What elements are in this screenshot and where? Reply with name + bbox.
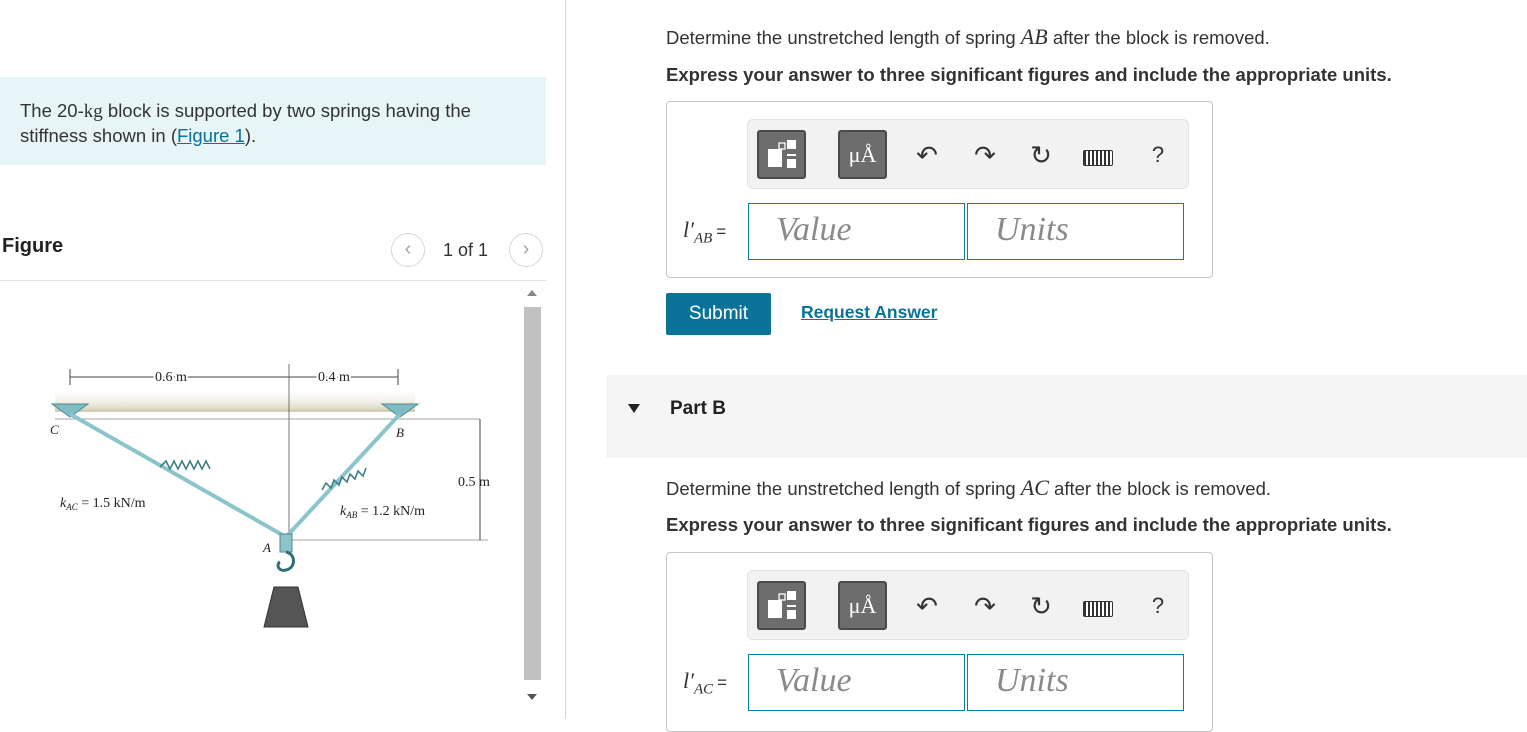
intro-text: The 20- [20, 100, 84, 121]
part-a-prompt: Determine the unstretched length of spri… [666, 24, 1270, 49]
undo-icon[interactable]: ↶ [912, 591, 942, 621]
figure-prev-button[interactable]: ‹ [391, 233, 425, 267]
part-a-variable-label: l′AB = [683, 217, 727, 247]
redo-icon[interactable]: ↷ [970, 140, 1000, 170]
units-input-b[interactable]: Units [967, 654, 1184, 711]
redo-icon[interactable]: ↷ [970, 591, 1000, 621]
units-button[interactable]: μÅ [838, 130, 887, 179]
dim-right-label: 0.4 m [318, 370, 350, 385]
units-input[interactable]: Units [967, 203, 1184, 260]
reset-icon[interactable]: ↻ [1026, 591, 1056, 621]
k-ac-label: kAC = 1.5 kN/m [60, 496, 146, 512]
part-b-header[interactable]: Part B [606, 375, 1527, 458]
figure-link[interactable]: Figure 1 [177, 125, 245, 146]
scroll-up-icon[interactable] [527, 290, 537, 296]
scroll-down-icon[interactable] [527, 694, 537, 700]
collapse-triangle-icon[interactable] [628, 404, 640, 413]
k-ab-label: kAB = 1.2 kN/m [340, 504, 425, 520]
spring-diagram: 0.6 m 0.4 m 0.5 m C B A kAC = 1.5 kN/m k… [50, 364, 490, 628]
part-a-instructions: Express your answer to three significant… [666, 64, 1392, 85]
point-b-label: B [396, 425, 404, 440]
figure-next-button[interactable]: › [509, 233, 543, 267]
math-toolbar-b: μÅ ↶ ↷ ↻ ? [747, 570, 1189, 640]
mass-unit: kg [83, 101, 103, 122]
help-button-b[interactable]: ? [1143, 591, 1173, 621]
keyboard-icon[interactable] [1083, 601, 1113, 617]
part-a-answer-box: μÅ ↶ ↷ ↻ ? l′AB = Value Units [666, 101, 1213, 278]
templates-button[interactable] [757, 130, 806, 179]
help-button[interactable]: ? [1143, 140, 1173, 170]
answer-panel: Determine the unstretched length of spri… [566, 0, 1527, 732]
point-c-label: C [50, 422, 59, 437]
reset-icon[interactable]: ↻ [1026, 140, 1056, 170]
keyboard-icon[interactable] [1083, 150, 1113, 166]
figure-divider [0, 280, 546, 281]
fraction-template-icon [768, 591, 796, 619]
figure-heading: Figure [2, 235, 64, 257]
part-b-answer-box: μÅ ↶ ↷ ↻ ? l′AC = Value Units [666, 552, 1213, 732]
submit-button[interactable]: Submit [666, 293, 771, 335]
chevron-left-icon: ‹ [404, 238, 412, 260]
part-b-variable-label: l′AC = [683, 668, 728, 698]
spring-ac [69, 412, 287, 539]
value-input-b[interactable]: Value [748, 654, 965, 711]
units-button-b[interactable]: μÅ [838, 581, 887, 630]
undo-icon[interactable]: ↶ [912, 140, 942, 170]
part-b-prompt: Determine the unstretched length of spri… [666, 475, 1272, 500]
chevron-right-icon: › [522, 238, 530, 260]
hook [276, 550, 295, 572]
problem-statement: The 20-kg block is supported by two spri… [0, 77, 546, 165]
part-b-title: Part B [670, 398, 726, 419]
intro-text-end: ). [244, 125, 257, 146]
block [263, 586, 309, 628]
request-answer-link[interactable]: Request Answer [801, 302, 937, 323]
dim-left-label: 0.6 m [155, 370, 187, 385]
fraction-template-icon [768, 140, 796, 168]
math-toolbar: μÅ ↶ ↷ ↻ ? [747, 119, 1189, 189]
ceiling [55, 387, 415, 411]
scroll-thumb[interactable] [524, 307, 541, 680]
figure-pager: 1 of 1 [443, 240, 489, 260]
templates-button-b[interactable] [757, 581, 806, 630]
part-b-instructions: Express your answer to three significant… [666, 514, 1392, 535]
point-a-label: A [262, 540, 271, 555]
dim-vert-label: 0.5 m [458, 475, 490, 490]
value-input[interactable]: Value [748, 203, 965, 260]
